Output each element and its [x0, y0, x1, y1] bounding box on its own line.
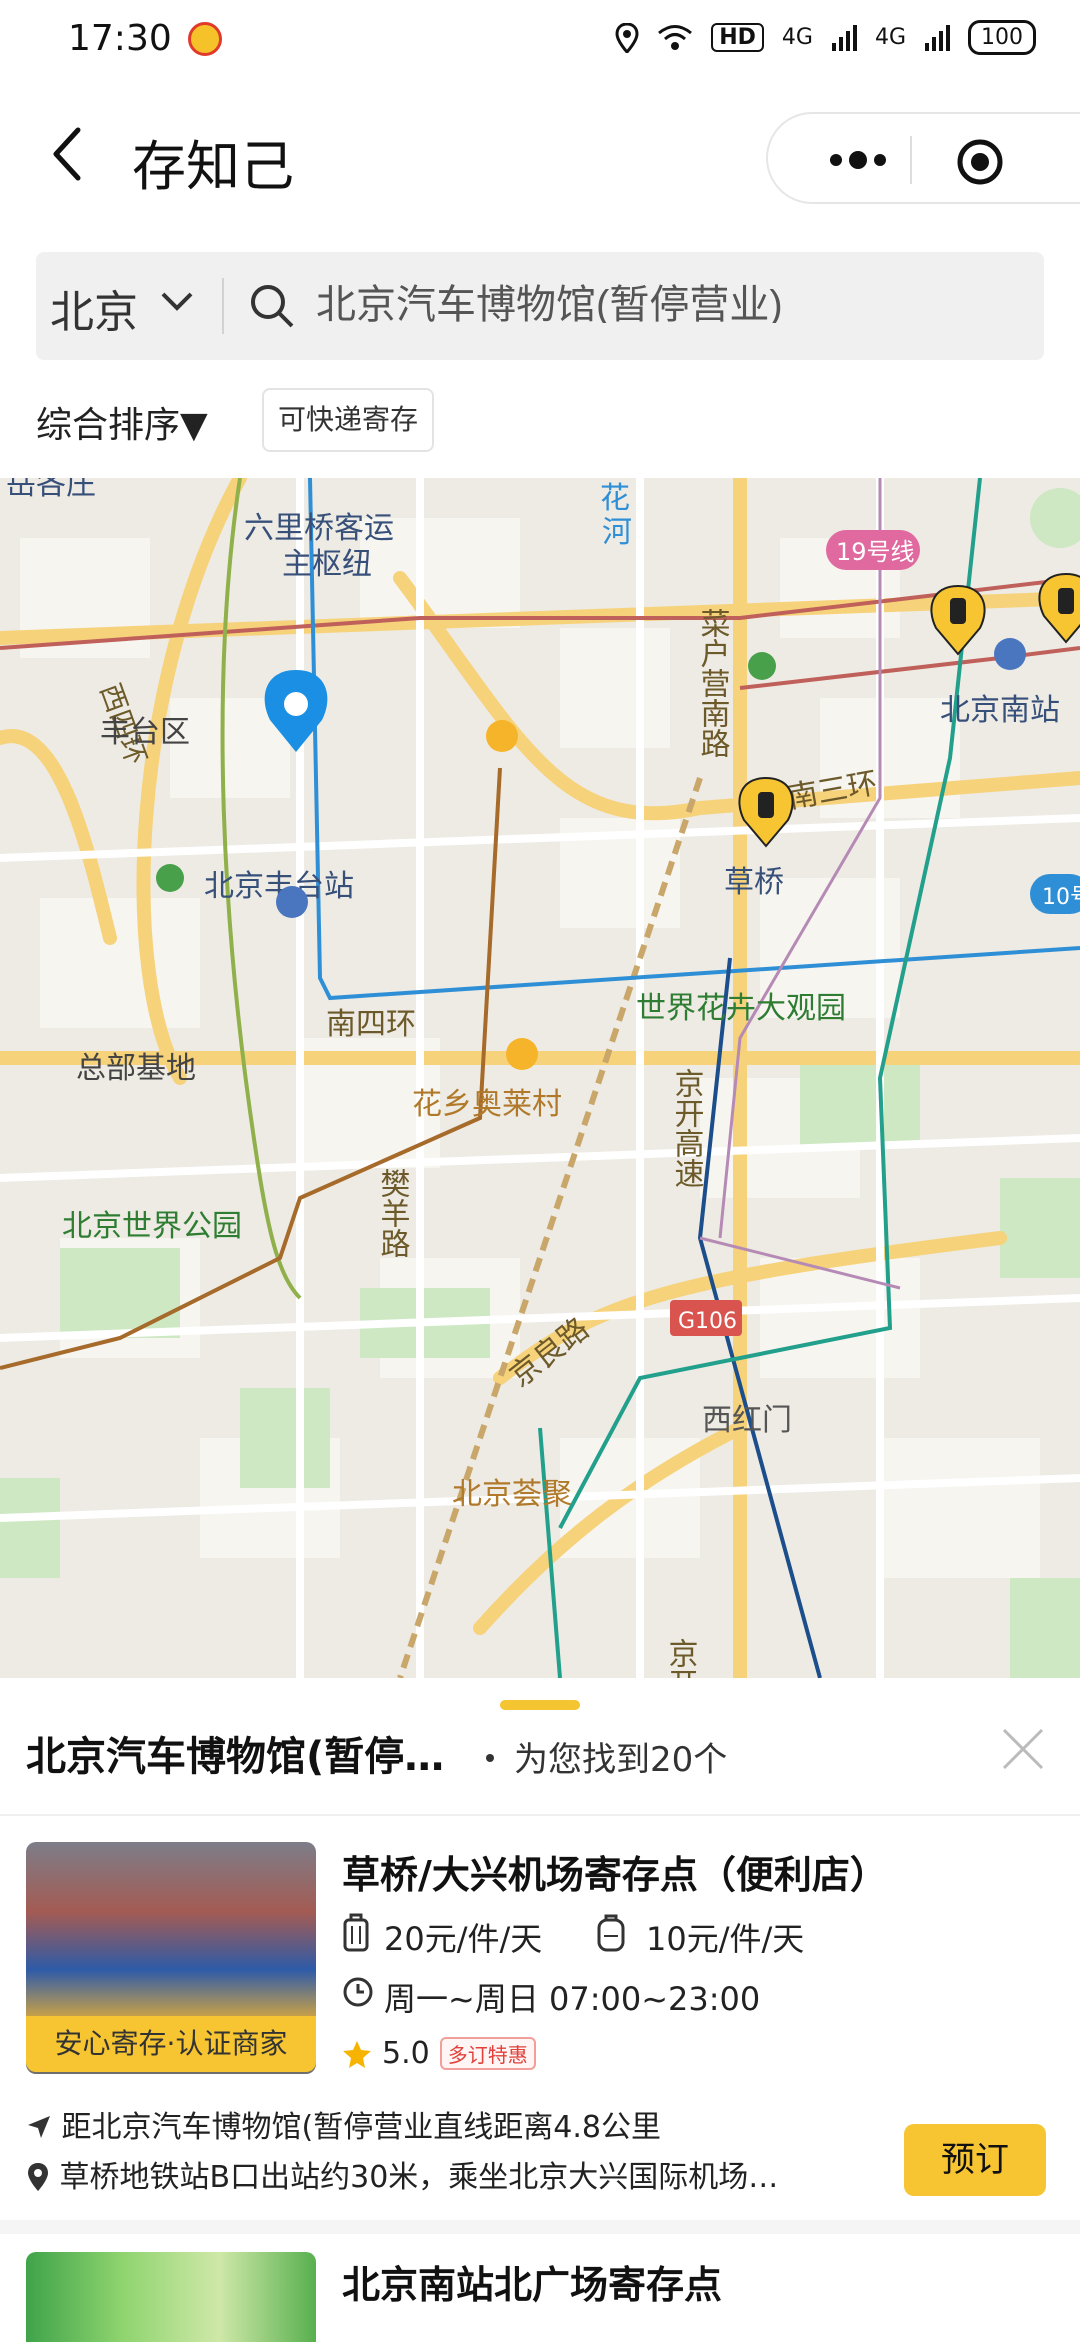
- separator-dot: [486, 1754, 494, 1762]
- signal-4g-2: 4G: [874, 25, 906, 50]
- clock-icon: [343, 1977, 373, 2007]
- luggage-icon: [343, 1913, 369, 1952]
- map-label: 丰台区: [100, 715, 190, 750]
- back-arrow-icon[interactable]: [44, 122, 94, 186]
- map-view[interactable]: 岳各庄 六里桥客运 主枢纽 花 河 西四环 丰台区 菜户营南路 19号线 北京南…: [0, 478, 1080, 1678]
- rating-value: 5.0: [382, 2036, 430, 2071]
- map-label: 主枢纽: [282, 547, 372, 582]
- signal-4g-1: 4G: [781, 25, 813, 50]
- result-count: 为您找到20个: [514, 1740, 728, 1780]
- promo-tag: 多订特惠: [439, 2037, 536, 2070]
- results-sheet: 北京汽车博物馆(暂停… 为您找到20个 安心寄存·认证商家 草桥/大兴机场寄存点…: [0, 1680, 1080, 2342]
- battery-icon: 100: [968, 20, 1036, 55]
- system-indicators: HD 4G 4G 100: [615, 20, 1036, 55]
- price-luggage: 20元/件/天: [384, 1920, 543, 1958]
- store-name[interactable]: 北京南站北广场寄存点: [342, 2254, 722, 2309]
- star-icon: [343, 2040, 371, 2068]
- navigation-arrow-icon: [28, 2116, 50, 2138]
- map-label: 花: [600, 481, 630, 516]
- map-label: 总部基地: [76, 1051, 196, 1086]
- location-icon: [28, 2163, 48, 2191]
- certified-badge: 安心寄存·认证商家: [26, 2016, 316, 2072]
- backpack-icon: [597, 1914, 625, 1952]
- opening-hours: 周一~周日 07:00~23:00: [384, 1980, 761, 2018]
- map-label: 樊羊路: [375, 1168, 411, 1258]
- distance-info: 距北京汽车博物馆(暂停营业直线距离4.8公里: [26, 2102, 661, 2146]
- sheet-title: 北京汽车博物馆(暂停…: [26, 1734, 445, 1780]
- location-icon: [615, 22, 639, 53]
- sort-dropdown[interactable]: 综合排序▼: [36, 396, 208, 448]
- status-bar: 17:30 HD 4G 4G 100: [0, 0, 1080, 84]
- book-button[interactable]: 预订: [904, 2124, 1046, 2196]
- map-label: 菜户营南路: [695, 608, 730, 758]
- close-miniprogram-icon[interactable]: [956, 138, 1004, 186]
- price-bag: 10元/件/天: [646, 1920, 805, 1958]
- address-text: 草桥地铁站B口出站约30米，乘坐北京大兴国际机场…: [59, 2160, 779, 2195]
- store-thumbnail[interactable]: [26, 2252, 316, 2342]
- map-label: 草桥: [724, 865, 784, 900]
- hd-badge: HD: [711, 23, 764, 52]
- rating-row: 5.0 多订特惠: [342, 2036, 536, 2071]
- map-label: 西红门: [702, 1403, 792, 1438]
- map-label: 南四环: [326, 1007, 416, 1042]
- map-label: 京开高速: [669, 1068, 704, 1188]
- express-storage-filter[interactable]: 可快递寄存: [262, 388, 435, 452]
- map-label: 北京南站: [940, 693, 1060, 728]
- map-label: 北京荟聚: [452, 1477, 572, 1512]
- close-icon[interactable]: [998, 1724, 1048, 1774]
- distance-text: 距北京汽车博物馆(暂停营业直线距离4.8公里: [61, 2110, 661, 2145]
- map-label: 世界花卉大观园: [636, 991, 846, 1026]
- chevron-down-icon[interactable]: [160, 290, 194, 314]
- map-label: G106: [678, 1309, 737, 1334]
- wifi-icon: [658, 24, 693, 50]
- weibo-icon: [188, 22, 222, 56]
- search-input[interactable]: [316, 278, 1016, 323]
- more-icon[interactable]: [808, 140, 908, 180]
- search-bar: 北京: [36, 252, 1044, 360]
- map-label: 北京世界公园: [62, 1209, 242, 1244]
- map-label: 19号线: [836, 538, 915, 566]
- search-icon: [251, 285, 294, 328]
- city-selector[interactable]: 北京: [50, 276, 138, 340]
- nav-bar: 存知己: [0, 92, 1080, 222]
- page-title: 存知己: [132, 135, 294, 198]
- signal-icon-2: [925, 24, 950, 51]
- map-label: 六里桥客运: [244, 511, 394, 546]
- status-time: 17:30: [68, 18, 172, 59]
- map-label: 10号: [1042, 885, 1080, 910]
- address-info: 草桥地铁站B口出站约30米，乘坐北京大兴国际机场…: [26, 2152, 866, 2196]
- drag-handle[interactable]: [500, 1700, 580, 1710]
- map-label: 京开: [663, 1638, 698, 1678]
- signal-icon: [831, 24, 857, 51]
- map-label: 河: [602, 515, 632, 550]
- mini-program-capsule: [766, 112, 1080, 206]
- store-name[interactable]: 草桥/大兴机场寄存点（便利店）: [342, 1844, 888, 1899]
- map-label: 岳各庄: [6, 478, 96, 502]
- map-label: 花乡奥莱村: [412, 1087, 562, 1122]
